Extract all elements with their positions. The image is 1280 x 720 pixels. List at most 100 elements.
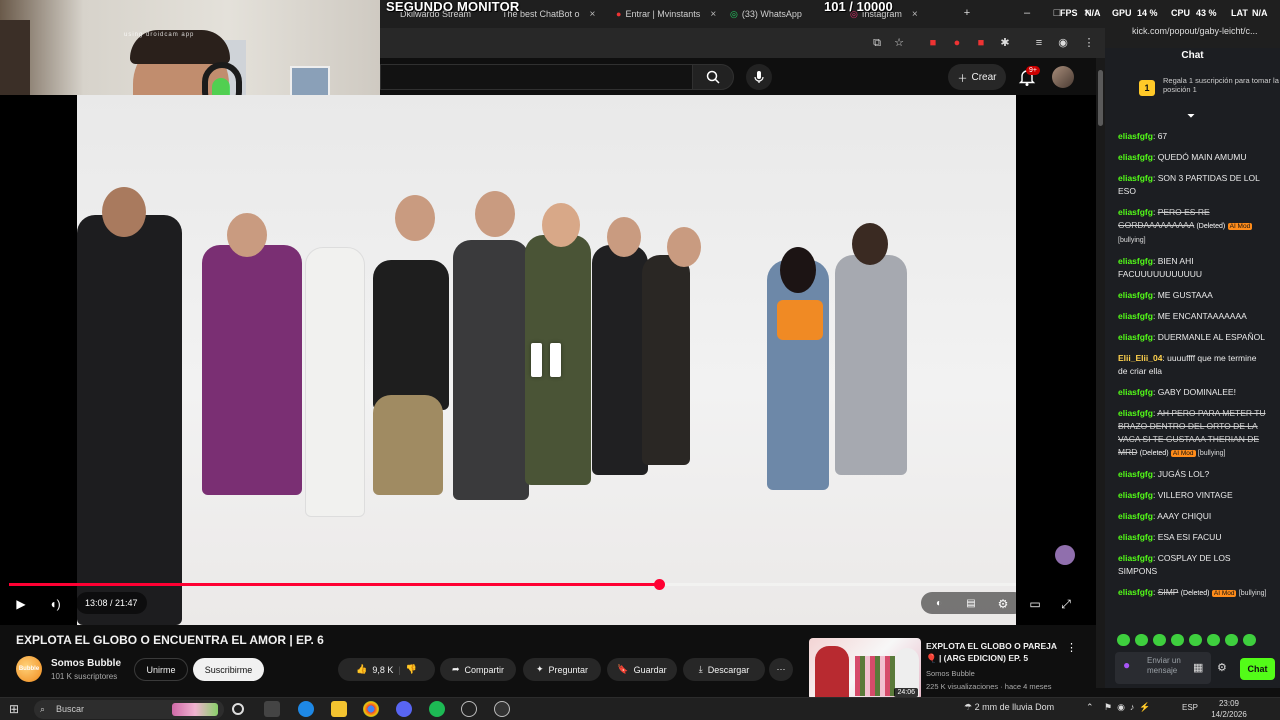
fullscreen-icon[interactable]: ⤢: [1056, 594, 1076, 614]
chat-username[interactable]: eliasfgfg: [1118, 532, 1153, 542]
create-button[interactable]: ＋ Crear: [948, 64, 1006, 90]
autoplay-toggle-icon[interactable]: ◐: [929, 594, 949, 614]
more-vertical-icon[interactable]: ⋮: [1066, 641, 1077, 654]
media-icon[interactable]: ≡: [1032, 36, 1046, 50]
settings-gear-icon[interactable]: ⚙: [993, 594, 1013, 614]
browser-tab[interactable]: ● Entrar | Mvinstants ×: [616, 4, 716, 24]
emote-icon[interactable]: [1207, 634, 1220, 646]
emote-row: [1117, 634, 1267, 648]
emote-picker-icon[interactable]: ●: [1123, 659, 1130, 671]
recommended-title[interactable]: EXPLOTA EL GLOBO O PAREJA 🎈 | (ARG EDICI…: [926, 640, 1066, 664]
save-button[interactable]: 🔖 Guardar: [607, 658, 677, 681]
download-button[interactable]: ⤓ Descargar: [683, 658, 765, 681]
emote-icon[interactable]: [1117, 634, 1130, 646]
voice-search-button[interactable]: [746, 64, 772, 90]
menu-dots-icon[interactable]: ⋮: [1082, 36, 1096, 50]
discord-icon[interactable]: [396, 701, 412, 717]
subtitles-icon[interactable]: ▤: [961, 594, 981, 614]
volume-icon[interactable]: ◖): [45, 594, 65, 614]
app-icon[interactable]: [494, 701, 510, 717]
kick-url[interactable]: kick.com/popout/gaby-leicht/c...: [1132, 26, 1258, 36]
language-indicator[interactable]: ESP: [1182, 703, 1198, 712]
progress-scrubber[interactable]: [653, 579, 665, 590]
scrollbar-thumb[interactable]: [1098, 70, 1103, 126]
edge-icon[interactable]: [298, 701, 314, 717]
minimize-button[interactable]: –: [1020, 6, 1034, 20]
recommended-channel[interactable]: Somos Bubble: [926, 669, 975, 678]
video-progress-bar[interactable]: [9, 579, 1016, 590]
chat-username[interactable]: eliasfgfg: [1118, 490, 1153, 500]
obs-icon[interactable]: [461, 701, 477, 717]
chat-username[interactable]: eliasfgfg: [1118, 511, 1153, 521]
task-view-icon[interactable]: [264, 701, 280, 717]
emote-icon[interactable]: [1189, 634, 1202, 646]
chrome-icon[interactable]: [363, 701, 379, 717]
chat-username[interactable]: eliasfgfg: [1118, 332, 1153, 342]
chat-username[interactable]: Elii_Elii_04: [1118, 353, 1162, 363]
chat-send-button[interactable]: Chat: [1240, 658, 1275, 680]
chat-username[interactable]: eliasfgfg: [1118, 311, 1153, 321]
bookmark-star-icon[interactable]: ☆: [892, 36, 906, 50]
close-icon[interactable]: ×: [590, 9, 596, 20]
chat-username[interactable]: eliasfgfg: [1118, 173, 1153, 183]
file-explorer-icon[interactable]: [331, 701, 347, 717]
profile-icon[interactable]: ◉: [1056, 36, 1070, 50]
subscribe-button[interactable]: Suscribirme: [193, 658, 264, 681]
emote-icon[interactable]: [1171, 634, 1184, 646]
search-input[interactable]: [380, 64, 692, 90]
chat-settings-gear-icon[interactable]: ⚙: [1217, 661, 1227, 674]
like-count[interactable]: 9,8 K: [372, 665, 393, 675]
channel-name[interactable]: Somos Bubble: [51, 658, 121, 669]
thumbs-down-icon[interactable]: 👎: [406, 664, 417, 675]
emote-icon[interactable]: [1135, 634, 1148, 646]
join-button[interactable]: Unirme: [134, 658, 188, 681]
extension-icon[interactable]: ■: [974, 36, 988, 50]
page-scrollbar[interactable]: [1096, 58, 1105, 688]
extensions-puzzle-icon[interactable]: ✱: [998, 36, 1012, 50]
notification-badge: 9+: [1026, 66, 1040, 75]
close-icon[interactable]: ×: [912, 9, 918, 20]
ask-button[interactable]: ✦ Preguntar: [523, 658, 601, 681]
windows-start-icon[interactable]: ⊞: [9, 702, 19, 716]
gift-icon[interactable]: ▦: [1193, 661, 1203, 674]
chat-username[interactable]: eliasfgfg: [1118, 469, 1153, 479]
chat-username[interactable]: eliasfgfg: [1118, 290, 1153, 300]
spotify-icon[interactable]: [429, 701, 445, 717]
new-tab-button[interactable]: +: [960, 6, 974, 20]
video-player[interactable]: ▶ ◖) 13:08 / 21:47 ◐ ▤ ⚙ ▭ ⤢: [0, 95, 1096, 625]
collapse-chevron-icon[interactable]: ⏷: [1187, 111, 1195, 122]
chat-username[interactable]: eliasfgfg: [1118, 131, 1153, 141]
tray-chevron-icon[interactable]: ⌃: [1086, 702, 1094, 713]
extension-icon[interactable]: ■: [926, 36, 940, 50]
emote-icon[interactable]: [1153, 634, 1166, 646]
cortana-icon[interactable]: [232, 703, 244, 715]
share-button[interactable]: ➦ Compartir: [440, 658, 516, 681]
chat-username[interactable]: eliasfgfg: [1118, 553, 1153, 563]
chat-username[interactable]: eliasfgfg: [1118, 152, 1153, 162]
extension-icon[interactable]: ●: [950, 36, 964, 50]
chat-username[interactable]: eliasfgfg: [1118, 408, 1153, 418]
recommended-thumbnail[interactable]: 24:06: [809, 638, 921, 700]
more-actions-button[interactable]: ⋯: [769, 658, 793, 681]
play-button[interactable]: ▶: [11, 594, 31, 614]
emote-icon[interactable]: [1243, 634, 1256, 646]
emote-icon[interactable]: [1225, 634, 1238, 646]
channel-watermark-icon: [1055, 545, 1075, 565]
chat-username[interactable]: eliasfgfg: [1118, 207, 1153, 217]
thumbs-up-icon[interactable]: 👍: [356, 664, 367, 675]
cast-icon[interactable]: ⧉: [870, 36, 884, 50]
tray-icons[interactable]: ⚑◉♪⚡: [1104, 702, 1156, 713]
weather-widget[interactable]: ☂ 2 mm de lluvia Dom: [964, 702, 1054, 713]
taskbar-clock[interactable]: 23:09 14/2/2026: [1205, 698, 1253, 720]
miniplayer-icon[interactable]: ▭: [1025, 594, 1045, 614]
cam-watermark: using droidcam app: [124, 32, 195, 38]
chat-username[interactable]: eliasfgfg: [1118, 387, 1153, 397]
gift-promo[interactable]: Regala 1 suscripción para tomar la posic…: [1163, 76, 1280, 94]
account-avatar[interactable]: [1052, 66, 1074, 88]
search-button[interactable]: [692, 64, 734, 90]
chat-username[interactable]: eliasfgfg: [1118, 587, 1153, 597]
close-icon[interactable]: ×: [710, 9, 716, 20]
channel-avatar[interactable]: Bubble: [16, 656, 42, 682]
taskbar-search[interactable]: ⌕ Buscar: [34, 700, 224, 719]
chat-username[interactable]: eliasfgfg: [1118, 256, 1153, 266]
